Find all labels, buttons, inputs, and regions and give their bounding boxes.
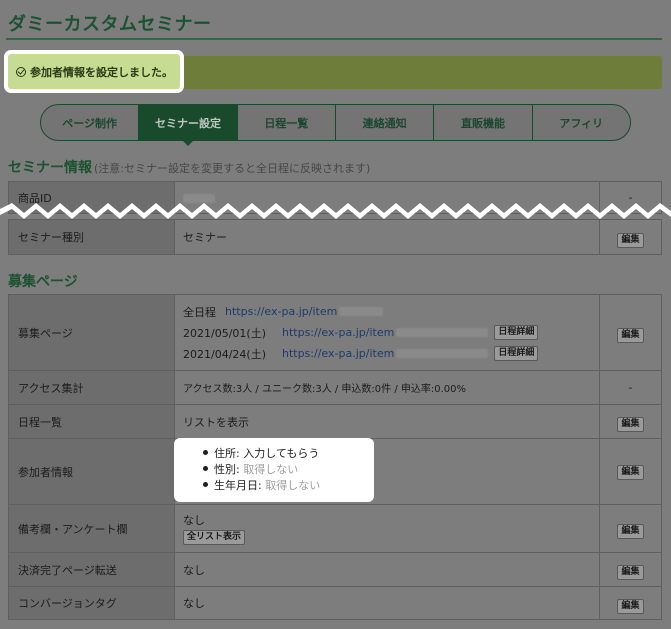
redirect-value: なし: [174, 552, 600, 587]
redacted-url: [339, 307, 384, 316]
conversion-tag-row: コンバージョンタグ なし 編集: [8, 586, 662, 620]
recruit-page-links: 全日程 https://ex-pa.jp/item 2021/05/01(土) …: [174, 294, 600, 371]
recruit-page-row: 募集ページ 全日程 https://ex-pa.jp/item 2021/05/…: [8, 294, 662, 371]
tab-affiliate[interactable]: アフィリ: [533, 105, 630, 140]
seminar-info-table-bottom: セミナー種別 セミナー 編集: [8, 219, 662, 255]
tab-schedule-list[interactable]: 日程一覧: [238, 105, 336, 140]
access-label: アクセス集計: [8, 370, 175, 405]
schedule-list-value[interactable]: リストを表示: [174, 404, 600, 439]
all-dates-link[interactable]: https://ex-pa.jp/item: [225, 305, 337, 318]
conversion-tag-edit-button[interactable]: 編集: [617, 598, 644, 614]
seminar-settings-page: ダミーカスタムセミナー 参加者情報を設定しました。 ページ制作 セミナー設定 日…: [0, 0, 671, 629]
schedule-list-label: 日程一覧: [8, 404, 175, 439]
seminar-type-value: セミナー: [174, 219, 600, 255]
access-action: -: [599, 370, 662, 405]
date-1-detail-button[interactable]: 日程詳細: [494, 325, 539, 340]
date-line-1: 2021/05/01(土) https://ex-pa.jp/item 日程詳細: [183, 322, 599, 343]
notice-highlight: 参加者情報を設定しました。: [4, 50, 184, 93]
active-tab-pointer: [182, 140, 194, 146]
conversion-tag-value: なし: [174, 586, 600, 620]
seminar-info-title: セミナー情報 (注意:セミナー設定を変更すると全日程に反映されます): [8, 160, 371, 176]
schedule-list-row: 日程一覧 リストを表示 編集: [8, 404, 662, 439]
date-2-link[interactable]: https://ex-pa.jp/item: [282, 347, 394, 360]
participant-info-label: 参加者情報: [8, 438, 175, 505]
redirect-row: 決済完了ページ転送 なし 編集: [8, 552, 662, 587]
date-1: 2021/05/01(土): [183, 326, 266, 340]
recruit-page-label: 募集ページ: [8, 294, 175, 371]
seminar-info-note: (注意:セミナー設定を変更すると全日程に反映されます): [94, 162, 371, 175]
notice-text: 参加者情報を設定しました。: [30, 65, 173, 79]
redirect-label: 決済完了ページ転送: [8, 552, 175, 587]
remarks-edit-button[interactable]: 編集: [617, 524, 644, 539]
participant-info-action: 編集: [599, 438, 662, 505]
seminar-type-row: セミナー種別 セミナー 編集: [8, 219, 662, 255]
recruit-page-action: 編集: [599, 294, 662, 371]
address-setting: 住所: 入力してもらう: [203, 445, 374, 461]
all-dates-label: 全日程: [183, 305, 216, 319]
seminar-type-edit-button[interactable]: 編集: [617, 232, 644, 248]
seminar-type-action: 編集: [599, 219, 662, 255]
remarks-value: なし 全リスト表示: [174, 504, 600, 553]
redirect-edit-button[interactable]: 編集: [617, 565, 644, 580]
redacted-url: [396, 328, 489, 337]
success-notice: 参加者情報を設定しました。: [8, 54, 180, 89]
recruit-page-edit-button[interactable]: 編集: [617, 328, 644, 343]
gender-setting: 性別: 取得しない: [203, 461, 374, 477]
recruit-section-title: 募集ページ: [8, 274, 78, 290]
title-divider: [6, 38, 662, 40]
remarks-value-text: なし: [183, 514, 205, 527]
all-dates-line: 全日程 https://ex-pa.jp/item: [183, 301, 599, 322]
date-2-detail-button[interactable]: 日程詳細: [494, 346, 539, 361]
remarks-row: 備考欄・アンケート欄 なし 全リスト表示 編集: [8, 504, 662, 553]
participant-info-list: 住所: 入力してもらう 性別: 取得しない 生年月日: 取得しない: [203, 445, 374, 493]
remarks-label: 備考欄・アンケート欄: [8, 504, 175, 553]
conversion-tag-label: コンバージョンタグ: [8, 586, 175, 620]
redirect-action: 編集: [599, 552, 662, 587]
tab-seminar-settings[interactable]: セミナー設定: [139, 105, 238, 140]
schedule-list-action: 編集: [599, 404, 662, 439]
full-list-button[interactable]: 全リスト表示: [183, 530, 246, 545]
access-value: アクセス数:3人 / ユニーク数:3人 / 申込数:0件 / 申込率:0.00%: [174, 370, 600, 405]
check-circle-icon: [16, 66, 26, 77]
remarks-action: 編集: [599, 504, 662, 553]
conversion-tag-action: 編集: [599, 586, 662, 620]
tab-direct-sales[interactable]: 直販機能: [434, 105, 533, 140]
settings-tabs: ページ制作 セミナー設定 日程一覧 連絡通知 直販機能 アフィリ: [40, 104, 631, 141]
redacted-url: [396, 349, 489, 358]
participant-info-edit-button[interactable]: 編集: [617, 464, 644, 480]
date-2: 2021/04/24(土): [183, 347, 266, 361]
date-1-link[interactable]: https://ex-pa.jp/item: [282, 326, 394, 339]
schedule-list-edit-button[interactable]: 編集: [617, 417, 644, 432]
birthdate-setting: 生年月日: 取得しない: [203, 477, 374, 493]
tab-page-creation[interactable]: ページ制作: [41, 105, 140, 140]
page-title: ダミーカスタムセミナー: [8, 14, 212, 35]
date-line-2: 2021/04/24(土) https://ex-pa.jp/item 日程詳細: [183, 343, 599, 364]
participant-info-highlight: 住所: 入力してもらう 性別: 取得しない 生年月日: 取得しない: [174, 438, 374, 502]
access-row: アクセス集計 アクセス数:3人 / ユニーク数:3人 / 申込数:0件 / 申込…: [8, 370, 662, 405]
tab-notifications[interactable]: 連絡通知: [336, 105, 435, 140]
seminar-type-label: セミナー種別: [8, 219, 175, 255]
